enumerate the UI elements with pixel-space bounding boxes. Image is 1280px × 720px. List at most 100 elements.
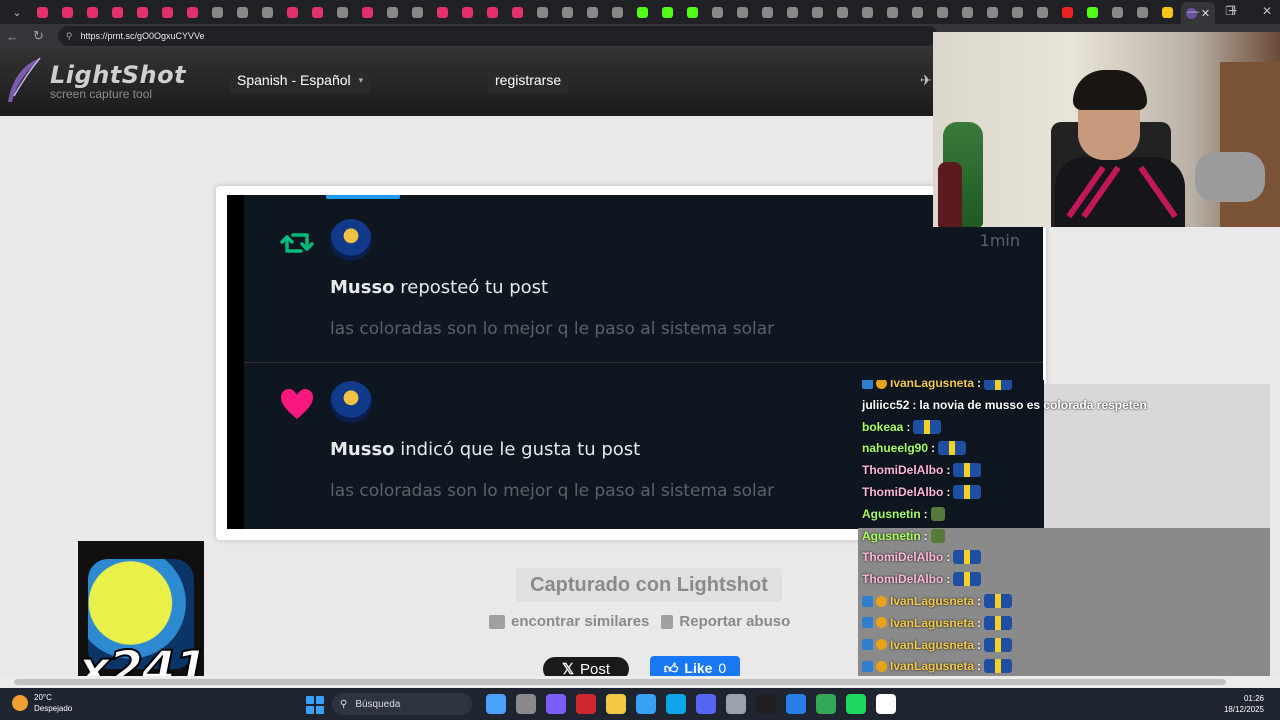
site-info-icon[interactable]: ⚲ (66, 31, 73, 42)
browser-tab[interactable] (1031, 3, 1053, 21)
taskbar-app-icon[interactable] (546, 694, 566, 714)
report-abuse-link[interactable]: Reportar abuso (661, 613, 790, 630)
browser-tab[interactable] (356, 3, 378, 21)
tab-list-dropdown-icon[interactable]: ⌄ (6, 3, 28, 21)
browser-tab[interactable] (656, 3, 678, 21)
find-similar-link[interactable]: encontrar similares (489, 613, 649, 630)
url-field[interactable]: ⚲ https://prnt.sc/gO0OgxuCYVVe (57, 26, 938, 46)
taskbar-app-icon[interactable] (816, 694, 836, 714)
browser-tab[interactable] (331, 3, 353, 21)
browser-tab[interactable] (1006, 3, 1028, 21)
chat-username[interactable]: IvanLagusneta (890, 616, 974, 630)
browser-tab[interactable] (881, 3, 903, 21)
browser-tab[interactable] (206, 3, 228, 21)
browser-tab[interactable] (231, 3, 253, 21)
reload-icon[interactable]: ↻ (33, 28, 44, 44)
browser-tab[interactable] (806, 3, 828, 21)
register-button[interactable]: registrarse (488, 66, 569, 94)
browser-tab[interactable] (1081, 3, 1103, 21)
chat-username[interactable]: IvanLagusneta (890, 659, 974, 673)
weather-widget[interactable]: 20°C Despejado (12, 692, 72, 714)
chat-username[interactable]: IvanLagusneta (890, 594, 974, 608)
browser-tab[interactable] (481, 3, 503, 21)
browser-tab[interactable] (156, 3, 178, 21)
taskbar-search[interactable]: ⚲ Búsqueda (332, 693, 472, 715)
browser-tab[interactable] (856, 3, 878, 21)
browser-tab[interactable] (1106, 3, 1128, 21)
back-icon[interactable]: ← (6, 29, 19, 44)
notification-user[interactable]: Musso (330, 277, 395, 298)
taskbar-app-icon[interactable] (846, 694, 866, 714)
browser-tab[interactable] (731, 3, 753, 21)
chat-username[interactable]: bokeaa (862, 420, 903, 434)
browser-tab[interactable] (906, 3, 928, 21)
system-clock[interactable]: 01:26 18/12/2025 (1224, 693, 1264, 715)
browser-tab[interactable] (256, 3, 278, 21)
browser-tab[interactable] (581, 3, 603, 21)
chat-username[interactable]: IvanLagusneta (890, 380, 974, 390)
notification-post-text[interactable]: las coloradas son lo mejor q le paso al … (330, 481, 774, 501)
chat-username[interactable]: ThomiDelAlbo (862, 485, 943, 499)
browser-tab[interactable] (406, 3, 428, 21)
chat-username[interactable]: ThomiDelAlbo (862, 572, 943, 586)
browser-tab[interactable] (381, 3, 403, 21)
browser-tab[interactable] (781, 3, 803, 21)
taskbar-app-icon[interactable] (696, 694, 716, 714)
browser-tab[interactable] (1056, 3, 1078, 21)
minimize-icon[interactable]: — (1187, 4, 1199, 18)
browser-tab[interactable] (681, 3, 703, 21)
chat-username[interactable]: Agusnetin (862, 529, 921, 543)
taskbar-app-icon[interactable] (606, 694, 626, 714)
browser-tab[interactable] (981, 3, 1003, 21)
browser-tab[interactable] (431, 3, 453, 21)
lightshot-logo[interactable]: LightShot screen capture tool (4, 56, 186, 106)
browser-tab[interactable] (1131, 3, 1153, 21)
browser-tab[interactable] (556, 3, 578, 21)
browser-tab[interactable] (756, 3, 778, 21)
chat-username[interactable]: ThomiDelAlbo (862, 463, 943, 477)
browser-tab[interactable] (506, 3, 528, 21)
taskbar-app-icon[interactable] (636, 694, 656, 714)
browser-tab[interactable] (81, 3, 103, 21)
chat-username[interactable]: IvanLagusneta (890, 638, 974, 652)
taskbar-app-icon[interactable] (576, 694, 596, 714)
browser-tab[interactable] (31, 3, 53, 21)
browser-tab[interactable] (1156, 3, 1178, 21)
taskbar-app-icon[interactable] (486, 694, 506, 714)
avatar[interactable] (330, 219, 372, 261)
notification-post-text[interactable]: las coloradas son lo mejor q le paso al … (330, 319, 774, 339)
browser-tab[interactable] (181, 3, 203, 21)
browser-tab[interactable] (106, 3, 128, 21)
browser-tab[interactable] (831, 3, 853, 21)
twitter-icon[interactable]: ✈ (920, 72, 932, 89)
taskbar-app-icon[interactable] (726, 694, 746, 714)
notification-user[interactable]: Musso (330, 439, 395, 460)
scrollbar-thumb[interactable] (14, 679, 1226, 685)
browser-tab[interactable] (456, 3, 478, 21)
browser-tab[interactable] (631, 3, 653, 21)
browser-tab[interactable] (56, 3, 78, 21)
horizontal-scrollbar[interactable] (0, 676, 1280, 688)
taskbar-app-icon[interactable] (666, 694, 686, 714)
taskbar-app-icon[interactable] (756, 694, 776, 714)
taskbar-app-icon[interactable] (516, 694, 536, 714)
browser-tab[interactable] (606, 3, 628, 21)
chat-username[interactable]: Agusnetin (862, 507, 921, 521)
language-dropdown[interactable]: Spanish - Español ▾ (229, 66, 372, 94)
taskbar-app-icon[interactable] (876, 694, 896, 714)
chat-username[interactable]: ThomiDelAlbo (862, 550, 943, 564)
browser-tab[interactable] (931, 3, 953, 21)
window-close-icon[interactable]: ✕ (1262, 4, 1272, 18)
start-button[interactable] (306, 696, 324, 714)
browser-tab[interactable] (131, 3, 153, 21)
browser-tab[interactable] (281, 3, 303, 21)
chat-username[interactable]: nahueelg90 (862, 441, 928, 455)
browser-tab[interactable] (306, 3, 328, 21)
chat-username[interactable]: juliicc52 (862, 398, 909, 412)
avatar[interactable] (330, 381, 372, 423)
browser-tab[interactable] (956, 3, 978, 21)
taskbar-app-icon[interactable] (786, 694, 806, 714)
browser-tab[interactable] (706, 3, 728, 21)
maximize-icon[interactable]: ❐ (1225, 4, 1236, 18)
browser-tab[interactable] (531, 3, 553, 21)
